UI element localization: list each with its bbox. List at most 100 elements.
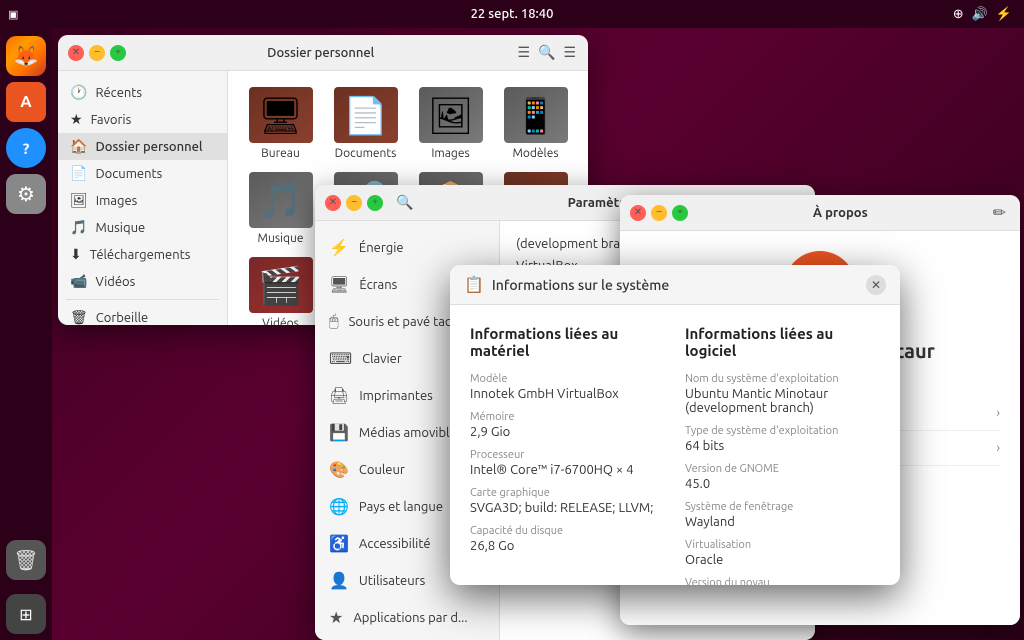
sidebar-videos-label: Vidéos [95,275,135,289]
sidebar-documents-label: Documents [95,167,162,181]
sidebar-documents[interactable]: 📄 Documents [58,160,227,187]
filemanager-view-icon[interactable]: ☰ [561,42,578,63]
ecrans-icon: 🖥 [329,275,349,294]
filemanager-menu-icon[interactable]: ☰ [515,42,532,63]
sidebar-home[interactable]: 🏠 Dossier personnel [58,133,227,160]
imprimantes-icon: 🖨 [329,386,349,405]
videos-folder-icon: 🎬 [249,257,313,313]
folder-images[interactable]: 🖼 Images [414,87,487,160]
sidebar-recents-label: Récents [95,86,142,100]
copier-virt-value: Oracle [685,553,880,567]
copier-processeur-value: Intel® Core™ i7-6700HQ × 4 [470,463,665,477]
settings-pays-label: Pays et langue [359,500,443,514]
musique-folder-icon: 🎵 [249,172,313,228]
sidebar-telechargements[interactable]: ⬇ Téléchargements [58,241,227,268]
musique-icon: 🎵 [70,219,87,236]
apropos-close-btn[interactable]: ✕ [630,205,646,221]
copier-fenetre: Système de fenêtrage Wayland [685,501,880,529]
copier-disque: Capacité du disque 26,8 Go [470,525,665,553]
copier-memoire-label: Mémoire [470,411,665,423]
copier-software-col: Informations liées au logiciel Nom du sy… [685,325,880,585]
copier-modele: Modèle Innotek GmbH VirtualBox [470,373,665,401]
filemanager-max-btn[interactable]: + [110,45,126,61]
folder-modeles[interactable]: 📱 Modèles [499,87,572,160]
copier-title: Informations sur le système [492,277,866,293]
settings-accessibilite-label: Accessibilité [359,537,431,551]
settings-medias-label: Médias amovibles [359,426,462,440]
folder-videos[interactable]: 🎬 Vidéos [244,257,317,325]
taskbar-firefox[interactable]: 🦊 [6,36,46,76]
settings-energie[interactable]: ⚡ Énergie [315,229,499,266]
filemanager-titlebar: ✕ − + Dossier personnel ☰ 🔍 ☰ [58,35,588,71]
filemanager-min-btn[interactable]: − [89,45,105,61]
apropos-max-btn[interactable]: + [672,205,688,221]
settings-couleur-label: Couleur [359,463,405,477]
settings-search-icon[interactable]: 🔍 [391,189,419,217]
copier-close-btn[interactable]: ✕ [866,275,886,295]
folder-musique[interactable]: 🎵 Musique [244,172,317,245]
sidebar-musique-label: Musique [95,221,145,235]
copier-disque-value: 26,8 Go [470,539,665,553]
settings-applications-label: Applications par d... [353,611,467,625]
images-folder-label: Images [431,147,469,160]
telechargements-icon: ⬇ [70,246,82,263]
taskbar-apps[interactable]: A [6,82,46,122]
sidebar-images[interactable]: 🖼 Images [58,187,227,214]
sidebar-images-label: Images [96,194,138,208]
folder-bureau[interactable]: 🖥 Bureau [244,87,317,160]
sidebar-corbeille[interactable]: 🗑 Corbeille [58,304,227,325]
folder-documents[interactable]: 📄 Documents [329,87,402,160]
copier-noyau: Version du noyau Linux 6.5.0-5-generic [685,577,880,585]
images-folder-icon: 🖼 [419,87,483,143]
bureau-icon: 🖥 [249,87,313,143]
copier-processeur-label: Processeur [470,449,665,461]
taskbar-grid[interactable]: ⊞ [6,594,46,634]
volume-icon: 🔊 [972,7,988,22]
recents-icon: 🕐 [70,84,87,101]
topbar-left: ▣ [8,8,22,21]
applications-icon: ★ [329,608,343,627]
settings-close-btn[interactable]: ✕ [325,195,341,211]
copier-os-name-label: Nom du système d'exploitation [685,373,880,385]
taskbar-help[interactable]: ? [6,128,46,168]
documents-icon: 📄 [70,165,87,182]
sidebar-recents[interactable]: 🕐 Récents [58,79,227,106]
apropos-min-btn[interactable]: − [651,205,667,221]
sidebar-musique[interactable]: 🎵 Musique [58,214,227,241]
taskbar-trash[interactable]: 🗑 [6,540,46,580]
energie-icon: ⚡ [329,238,349,257]
sidebar-home-label: Dossier personnel [95,140,202,154]
settings-clavier-label: Clavier [362,352,402,366]
copier-virt-label: Virtualisation [685,539,880,551]
copier-carte-graphique: Carte graphique SVGA3D; build: RELEASE; … [470,487,665,515]
filemanager-close-btn[interactable]: ✕ [68,45,84,61]
sidebar-telechargements-label: Téléchargements [90,248,191,262]
power-icon: ⚡ [996,7,1012,22]
system-tray: ⊕ 🔊 ⚡ [953,7,1012,22]
favoris-icon: ★ [70,111,83,128]
settings-utilisateurs-label: Utilisateurs [359,574,425,588]
sidebar-videos[interactable]: 📹 Vidéos [58,268,227,295]
sidebar-sep [66,299,219,300]
network-icon: ⊕ [953,7,964,22]
filemanager-search-icon[interactable]: 🔍 [536,42,557,63]
settings-max-btn[interactable]: + [367,195,383,211]
copier-os-type: Type de système d'exploitation 64 bits [685,425,880,453]
sidebar-favoris[interactable]: ★ Favoris [58,106,227,133]
copier-noyau-label: Version du noyau [685,577,880,585]
settings-date[interactable]: 🕐 Date et heure [315,636,499,640]
copier-modele-label: Modèle [470,373,665,385]
couleur-icon: 🎨 [329,460,349,479]
sidebar-favoris-label: Favoris [91,113,132,127]
taskbar-settings[interactable]: ⚙ [6,174,46,214]
copier-disque-label: Capacité du disque [470,525,665,537]
settings-min-btn[interactable]: − [346,195,362,211]
settings-applications[interactable]: ★ Applications par d... [315,599,499,636]
apropos-edit-btn[interactable]: ✏ [993,203,1006,223]
settings-souris-label: Souris et pavé tac... [349,315,461,329]
bureau-label: Bureau [261,147,300,160]
copier-os-name-value: Ubuntu Mantic Minotaur(development branc… [685,387,880,415]
filemanager-sidebar: 🕐 Récents ★ Favoris 🏠 Dossier personnel … [58,71,228,325]
apropos-maj-arrow: › [996,441,1000,455]
copier-memoire-value: 2,9 Gio [470,425,665,439]
